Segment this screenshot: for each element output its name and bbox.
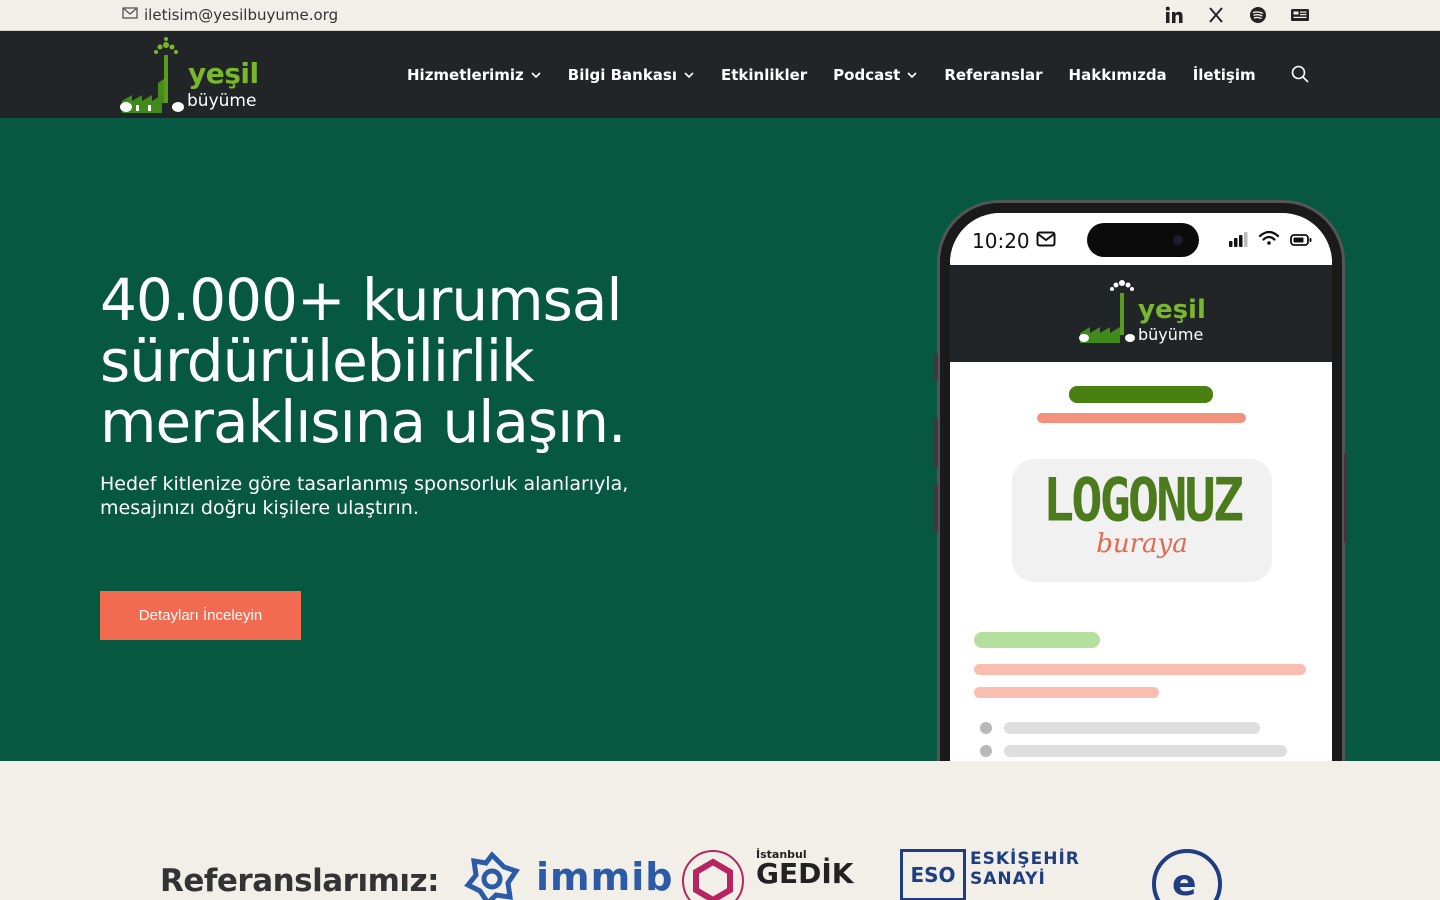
nav-item-podcast[interactable]: Podcast (833, 66, 918, 84)
main-navigation: yeşil büyüme Hizmetlerimiz Bilgi Bankası… (0, 31, 1440, 118)
tree-factory-icon (1079, 280, 1135, 343)
logonuz-text: LOGONUZ (1042, 466, 1244, 536)
nav-item-hakkimizda[interactable]: Hakkımızda (1069, 66, 1167, 84)
details-button[interactable]: Detayları İnceleyin (100, 591, 301, 640)
nav-item-label: İletişim (1192, 65, 1256, 84)
ege-letter: e (1172, 863, 1197, 900)
reference-logo-eso[interactable]: ESO ESKİŞEHİR SANAYİ (900, 849, 1080, 900)
placeholder-dot (980, 745, 992, 757)
hero-section: 40.000+ kurumsal sürdürülebilirlik merak… (0, 118, 1440, 761)
placeholder-bar (974, 687, 1159, 698)
signal-icon (1229, 232, 1248, 247)
linkedin-icon[interactable] (1164, 5, 1184, 25)
chevron-down-icon (531, 71, 541, 78)
eso-box-text: ESO (900, 849, 966, 900)
phone-screen: 10:20 yeşil büyüme LOGONUZ buraya (950, 213, 1332, 761)
nav-item-label: Hakkımızda (1068, 65, 1167, 84)
app-header: yeşil büyüme (950, 265, 1332, 362)
logo-word-yesil: yeşil (188, 57, 259, 90)
buraya-text: buraya (1096, 529, 1188, 559)
chevron-down-icon (907, 71, 917, 78)
search-icon[interactable] (1290, 64, 1310, 84)
hero-subtext: Hedef kitlenize göre tasarlanmış sponsor… (100, 473, 629, 519)
nav-item-label: Bilgi Bankası (567, 65, 677, 84)
top-bar: iletisim@yesilbuyume.org (0, 0, 1440, 31)
nav-item-iletisim[interactable]: İletişim (1193, 66, 1256, 84)
nav-item-referanslar[interactable]: Referanslar (944, 66, 1042, 84)
hero-heading: 40.000+ kurumsal sürdürülebilirlik merak… (100, 266, 626, 456)
newsletter-icon[interactable] (1290, 5, 1310, 25)
placeholder-bar (1037, 413, 1246, 423)
contact-email-link[interactable]: iletisim@yesilbuyume.org (122, 6, 338, 24)
phone-time: 10:20 (972, 229, 1030, 253)
nav-item-label: Podcast (833, 65, 901, 84)
logo-word-buyume: büyüme (187, 91, 257, 111)
eso-line1: ESKİŞEHİR (970, 849, 1080, 869)
placeholder-bar (1069, 386, 1213, 403)
placeholder-bar (974, 664, 1306, 675)
references-title: Referanslarımız: (160, 863, 439, 899)
phone-mockup: 10:20 yeşil büyüme LOGONUZ buraya (934, 200, 1348, 761)
placeholder-bar (1004, 745, 1287, 757)
nav-menu: Hizmetlerimiz Bilgi Bankası Etkinlikler … (407, 31, 1282, 118)
gedik-emblem-icon (682, 850, 744, 900)
battery-icon (1290, 234, 1312, 246)
nav-item-label: Referanslar (944, 65, 1043, 84)
immib-emblem-icon (464, 851, 520, 900)
reference-logo-immib[interactable]: immib (460, 849, 673, 900)
nav-item-bilgi-bankasi[interactable]: Bilgi Bankası (568, 66, 695, 84)
nav-item-label: Hizmetlerimiz (407, 65, 524, 84)
phone-status-bar: 10:20 (950, 213, 1332, 265)
immib-text: immib (536, 855, 674, 899)
envelope-icon (122, 6, 138, 24)
mail-icon (1036, 231, 1056, 247)
social-links (1164, 5, 1310, 25)
dynamic-island (1087, 223, 1199, 257)
phone-side-button (934, 418, 938, 468)
gedik-big-text: GEDİK (756, 857, 854, 890)
spotify-icon[interactable] (1248, 5, 1268, 25)
app-logo: yeşil büyüme (1078, 275, 1218, 355)
site-logo[interactable]: yeşil büyüme (118, 35, 268, 115)
wifi-icon (1258, 230, 1280, 245)
reference-logo-ege[interactable]: e (1152, 849, 1222, 900)
placeholder-dot (980, 722, 992, 734)
placeholder-bar (1004, 722, 1260, 734)
contact-email-text: iletisim@yesilbuyume.org (144, 6, 339, 24)
x-icon[interactable] (1206, 5, 1226, 25)
nav-item-hizmetlerimiz[interactable]: Hizmetlerimiz (407, 66, 542, 84)
tree-factory-icon (120, 37, 184, 113)
reference-logo-gedik[interactable]: İstanbul GEDİK (680, 848, 853, 900)
eso-line2: SANAYİ (970, 869, 1046, 889)
references-section: Referanslarımız: immib İstanbul GEDİK ES… (0, 761, 1440, 900)
app-logo-word-yesil: yeşil (1138, 295, 1206, 325)
nav-item-etkinlikler[interactable]: Etkinlikler (721, 66, 807, 84)
sponsor-logo-placeholder: LOGONUZ buraya (1012, 459, 1272, 582)
app-logo-word-buyume: büyüme (1138, 325, 1204, 344)
placeholder-bar (974, 632, 1100, 648)
nav-item-label: Etkinlikler (720, 65, 808, 84)
phone-side-button (934, 353, 938, 381)
phone-side-button (1344, 453, 1348, 543)
chevron-down-icon (684, 71, 694, 78)
phone-side-button (934, 483, 938, 533)
